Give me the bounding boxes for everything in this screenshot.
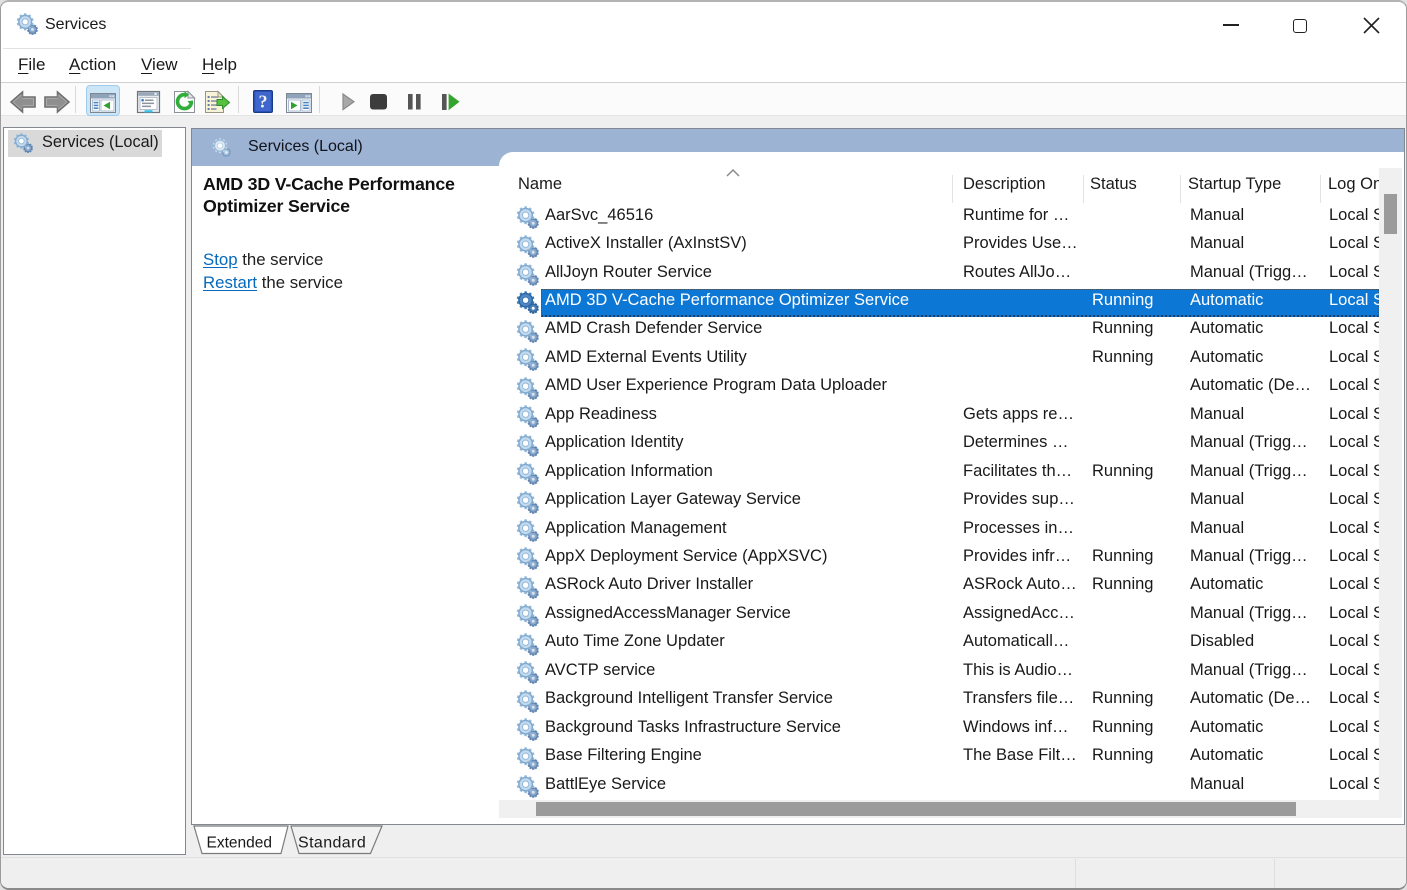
svg-text:Standard: Standard <box>298 835 366 852</box>
svg-text:Extended: Extended <box>207 835 273 852</box>
svg-text:?: ? <box>259 92 268 112</box>
